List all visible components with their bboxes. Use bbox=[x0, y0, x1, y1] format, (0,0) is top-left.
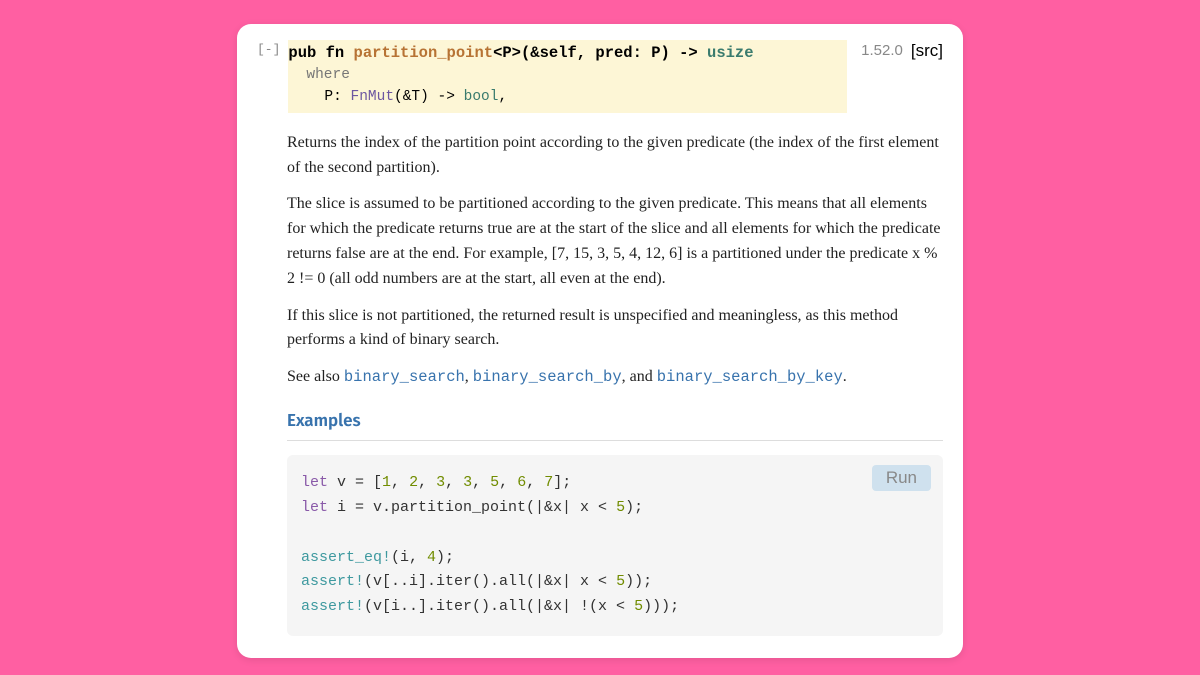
code-text: v = [ bbox=[328, 474, 382, 491]
code-text: ); bbox=[436, 549, 454, 566]
doc-paragraph-see-also: See also binary_search, binary_search_by… bbox=[287, 365, 943, 390]
macro-assert: assert! bbox=[301, 598, 364, 615]
run-button[interactable]: Run bbox=[872, 465, 931, 491]
period: . bbox=[843, 368, 847, 385]
separator: , and bbox=[622, 368, 657, 385]
separator: , bbox=[465, 368, 473, 385]
keyword-pub: pub bbox=[288, 44, 316, 62]
generic-params: <P> bbox=[493, 44, 521, 62]
link-binary-search[interactable]: binary_search bbox=[344, 368, 465, 386]
code-line-4: assert!(v[..i].iter().all(|&x| x < 5)); bbox=[301, 570, 929, 595]
code-text: (i, bbox=[391, 549, 427, 566]
doc-paragraph-2: The slice is assumed to be partitioned a… bbox=[287, 192, 943, 291]
src-link[interactable]: [src] bbox=[911, 40, 943, 61]
signature-block: pub fn partition_point<P>(&self, pred: P… bbox=[288, 40, 847, 113]
number-literal: 7 bbox=[544, 474, 553, 491]
number-literal: 4 bbox=[427, 549, 436, 566]
number-literal: 3 bbox=[463, 474, 472, 491]
signature-line-1: pub fn partition_point<P>(&self, pred: P… bbox=[288, 42, 843, 65]
since-version: 1.52.0 bbox=[861, 40, 903, 59]
collapse-toggle[interactable]: [-] bbox=[257, 42, 280, 57]
doc-paragraph-3: If this slice is not partitioned, the re… bbox=[287, 304, 943, 354]
return-type[interactable]: usize bbox=[707, 44, 754, 62]
code-text: )); bbox=[625, 573, 652, 590]
code-text: (v[i..].iter().all(|&x| !(x < bbox=[364, 598, 634, 615]
macro-assert: assert! bbox=[301, 573, 364, 590]
number-literal: 5 bbox=[616, 573, 625, 590]
code-line-2: let i = v.partition_point(|&x| x < 5); bbox=[301, 496, 929, 521]
code-text: , bbox=[526, 474, 544, 491]
number-literal: 6 bbox=[517, 474, 526, 491]
code-text: ); bbox=[625, 499, 643, 516]
doc-card: [-] pub fn partition_point<P>(&self, pre… bbox=[237, 24, 963, 658]
link-binary-search-by-key[interactable]: binary_search_by_key bbox=[657, 368, 843, 386]
where-sig: (&T) -> bbox=[394, 89, 464, 105]
signature-row: [-] pub fn partition_point<P>(&self, pre… bbox=[257, 40, 943, 113]
examples-header[interactable]: Examples bbox=[287, 408, 943, 441]
macro-assert-eq: assert_eq! bbox=[301, 549, 391, 566]
where-param: P: bbox=[324, 89, 350, 105]
code-text: , bbox=[391, 474, 409, 491]
keyword-where: where bbox=[306, 67, 350, 83]
code-line-1: let v = [1, 2, 3, 3, 5, 6, 7]; bbox=[301, 471, 929, 496]
trait-fnmut[interactable]: FnMut bbox=[351, 89, 395, 105]
blank-line bbox=[301, 521, 929, 546]
number-literal: 1 bbox=[382, 474, 391, 491]
type-bool[interactable]: bool bbox=[464, 89, 499, 105]
number-literal: 5 bbox=[490, 474, 499, 491]
number-literal: 2 bbox=[409, 474, 418, 491]
code-text: , bbox=[418, 474, 436, 491]
number-literal: 5 bbox=[616, 499, 625, 516]
kw-let: let bbox=[301, 499, 328, 516]
where-comma: , bbox=[498, 89, 507, 105]
code-text: , bbox=[472, 474, 490, 491]
code-line-5: assert!(v[i..].iter().all(|&x| !(x < 5))… bbox=[301, 595, 929, 620]
docblock: Returns the index of the partition point… bbox=[257, 113, 943, 636]
kw-let: let bbox=[301, 474, 328, 491]
code-text: , bbox=[445, 474, 463, 491]
see-also-text: See also bbox=[287, 368, 344, 385]
doc-paragraph-1: Returns the index of the partition point… bbox=[287, 131, 943, 181]
code-text: ))); bbox=[643, 598, 679, 615]
fn-name[interactable]: partition_point bbox=[354, 44, 494, 62]
number-literal: 3 bbox=[436, 474, 445, 491]
number-literal: 5 bbox=[634, 598, 643, 615]
signature-where-clause: P: FnMut(&T) -> bool, bbox=[288, 87, 843, 109]
code-line-3: assert_eq!(i, 4); bbox=[301, 546, 929, 571]
signature-where: where bbox=[288, 65, 843, 87]
code-text: i = v.partition_point(|&x| x < bbox=[328, 499, 616, 516]
code-text: (v[..i].iter().all(|&x| x < bbox=[364, 573, 616, 590]
link-binary-search-by[interactable]: binary_search_by bbox=[473, 368, 622, 386]
code-text: ]; bbox=[553, 474, 571, 491]
fn-params: (&self, pred: P) -> bbox=[521, 44, 707, 62]
code-example: Run let v = [1, 2, 3, 3, 5, 6, 7]; let i… bbox=[287, 455, 943, 636]
code-text: , bbox=[499, 474, 517, 491]
keyword-fn: fn bbox=[326, 44, 345, 62]
